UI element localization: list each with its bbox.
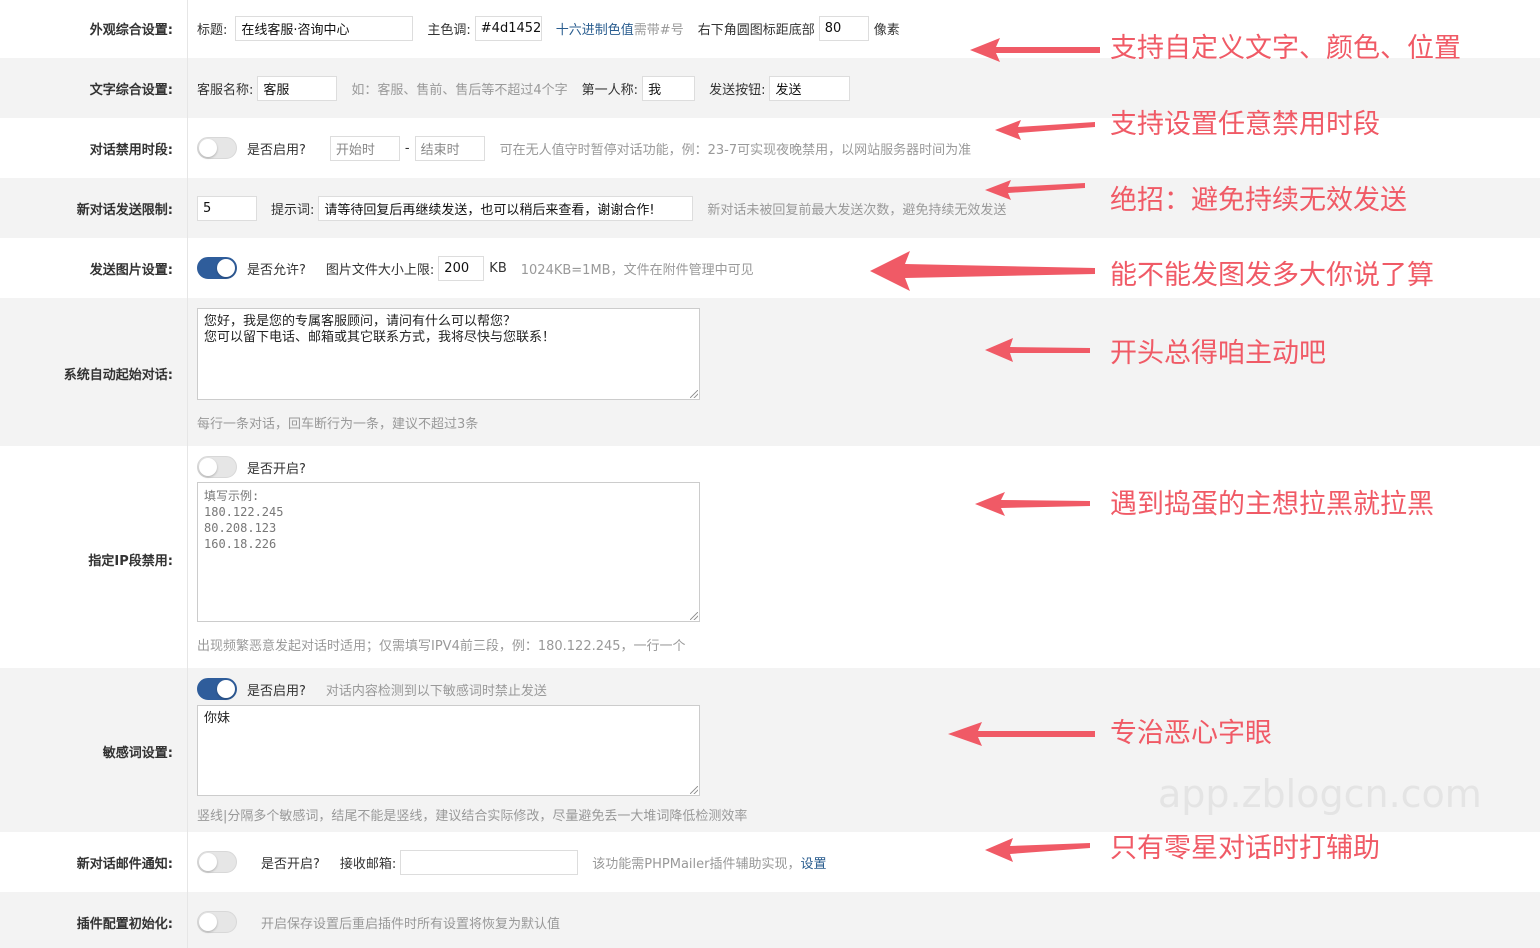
resize-grip-icon[interactable]: [690, 390, 698, 398]
image-size-unit: KB: [489, 260, 507, 276]
ip-block-enable-label: 是否开启?: [247, 461, 306, 477]
watermark: app.zblogcn.com: [1158, 772, 1482, 816]
row-auto-start: 系统自动起始对话: 您好，我是您的专属客服顾问，请问有什么可以帮您？ 您可以留下…: [0, 298, 1540, 446]
prompt-input[interactable]: 请等待回复后再继续发送，也可以稍后来查看，谢谢合作!: [318, 195, 694, 221]
disable-period-enable-label: 是否启用?: [247, 142, 306, 158]
annotation-3: 绝招：避免持续无效发送: [1110, 185, 1407, 216]
start-hour-input[interactable]: 开始时: [329, 135, 400, 161]
ip-block-label: 指定IP段禁用:: [88, 554, 173, 569]
image-send-label: 发送图片设置:: [89, 263, 173, 278]
email-settings-link[interactable]: 设置: [801, 853, 827, 872]
send-limit-label: 新对话发送限制:: [76, 203, 173, 218]
arrow-left-icon: [985, 838, 1090, 862]
auto-start-textarea[interactable]: 您好，我是您的专属客服顾问，请问有什么可以帮您？ 您可以留下电话、邮箱或其它联系…: [197, 308, 700, 400]
image-size-label: 图片文件大小上限:: [325, 262, 435, 278]
reset-label: 插件配置初始化:: [76, 917, 173, 932]
disable-period-hint: 可在无人值守时暂停对话功能，例：23-7可实现夜晚禁用，以网站服务器时间为准: [499, 142, 972, 158]
sensitive-textarea[interactable]: 你妹: [197, 705, 700, 796]
disable-period-toggle[interactable]: [197, 137, 237, 159]
annotation-6: 遇到捣蛋的主想拉黑就拉黑: [1110, 489, 1434, 520]
first-person-input[interactable]: 我: [642, 75, 696, 101]
agent-name-hint: 如：客服、售前、售后等不超过4个字: [351, 82, 568, 98]
arrow-left-icon: [975, 492, 1090, 516]
row-reset: 插件配置初始化: 开启保存设置后重启插件时所有设置将恢复为默认值: [0, 892, 1540, 948]
color-hint-suffix: 需带#号: [633, 22, 684, 38]
reset-toggle[interactable]: [197, 911, 237, 933]
agent-name-label: 客服名称:: [197, 82, 254, 98]
period-dash: -: [404, 140, 410, 156]
arrow-left-icon: [870, 251, 1095, 291]
sensitive-hint: 竖线|分隔多个敏感词，结尾不能是竖线，建议结合实际修改，尽量避免丢一大堆词降低检…: [197, 809, 748, 824]
arrow-left-icon: [948, 722, 1095, 746]
email-input[interactable]: [400, 849, 579, 875]
annotation-4: 能不能发图发多大你说了算: [1110, 260, 1434, 291]
reset-hint: 开启保存设置后重启插件时所有设置将恢复为默认值: [261, 916, 561, 932]
auto-start-label: 系统自动起始对话:: [63, 368, 173, 383]
color-hint: 十六进制色值: [555, 22, 634, 38]
annotation-7: 专治恶心字眼: [1110, 718, 1272, 749]
send-limit-hint: 新对话未被回复前最大发送次数，避免持续无效发送: [707, 202, 1007, 218]
annotation-2: 支持设置任意禁用时段: [1110, 109, 1380, 140]
end-hour-input[interactable]: 结束时: [414, 135, 485, 161]
color-label: 主色调:: [427, 22, 471, 38]
resize-grip-icon[interactable]: [690, 612, 698, 620]
ip-block-toggle[interactable]: [197, 456, 237, 478]
email-enable-label: 是否开启?: [261, 856, 320, 872]
annotation-5: 开头总得咱主动吧: [1110, 338, 1326, 369]
resize-grip-icon[interactable]: [690, 786, 698, 794]
email-notify-toggle[interactable]: [197, 851, 237, 873]
offset-input[interactable]: 80: [818, 15, 869, 41]
annotation-1: 支持自定义文字、颜色、位置: [1110, 33, 1461, 64]
ip-block-textarea[interactable]: 填写示例: 180.122.245 80.208.123 160.18.226: [197, 482, 700, 622]
sensitive-enable-label: 是否启用?: [247, 683, 306, 699]
ip-block-hint: 出现频繁恶意发起对话时适用；仅需填写IPV4前三段，例：180.122.245，…: [197, 639, 686, 654]
arrow-left-icon: [985, 180, 1085, 200]
send-limit-input[interactable]: 5: [197, 195, 257, 221]
sensitive-toggle[interactable]: [197, 678, 237, 700]
first-person-label: 第一人称:: [581, 82, 639, 98]
image-send-hint: 1024KB=1MB，文件在附件管理中可见: [520, 262, 754, 278]
email-notify-hint: 该功能需PHPMailer插件辅助实现，: [592, 856, 801, 872]
text-settings-label: 文字综合设置:: [89, 83, 173, 98]
offset-unit: 像素: [873, 22, 900, 38]
image-allow-label: 是否允许?: [247, 262, 306, 278]
send-button-input[interactable]: 发送: [769, 75, 851, 101]
disable-period-label: 对话禁用时段:: [89, 143, 173, 158]
sensitive-enable-hint: 对话内容检测到以下敏感词时禁止发送: [325, 683, 547, 699]
email-recipient-label: 接收邮箱:: [339, 856, 397, 872]
plugin-settings-page: 外观综合设置: 标题: 在线客服·咨询中心 主色调: #4d1452 十六进制色…: [0, 0, 1540, 948]
arrow-left-icon: [985, 338, 1090, 362]
sensitive-label: 敏感词设置:: [102, 746, 173, 761]
title-input[interactable]: 在线客服·咨询中心: [235, 15, 414, 41]
email-notify-label: 新对话邮件通知:: [76, 857, 173, 872]
send-button-label: 发送按钮:: [709, 82, 766, 98]
image-send-toggle[interactable]: [197, 257, 237, 279]
row-ip-block: 指定IP段禁用: 是否开启? 填写示例: 180.122.245 80.208.…: [0, 446, 1540, 668]
title-label: 标题:: [197, 22, 228, 38]
annotation-8: 只有零星对话时打辅助: [1110, 833, 1380, 864]
image-size-input[interactable]: 200: [438, 255, 485, 281]
appearance-label: 外观综合设置:: [89, 23, 173, 38]
arrow-left-icon: [970, 38, 1100, 62]
prompt-label: 提示词:: [271, 202, 315, 218]
offset-label: 右下角圆图标距底部: [697, 22, 815, 38]
color-input[interactable]: #4d1452: [474, 15, 542, 41]
agent-name-input[interactable]: 客服: [257, 75, 338, 101]
arrow-left-icon: [995, 120, 1095, 140]
auto-start-hint: 每行一条对话，回车断行为一条，建议不超过3条: [197, 417, 479, 432]
